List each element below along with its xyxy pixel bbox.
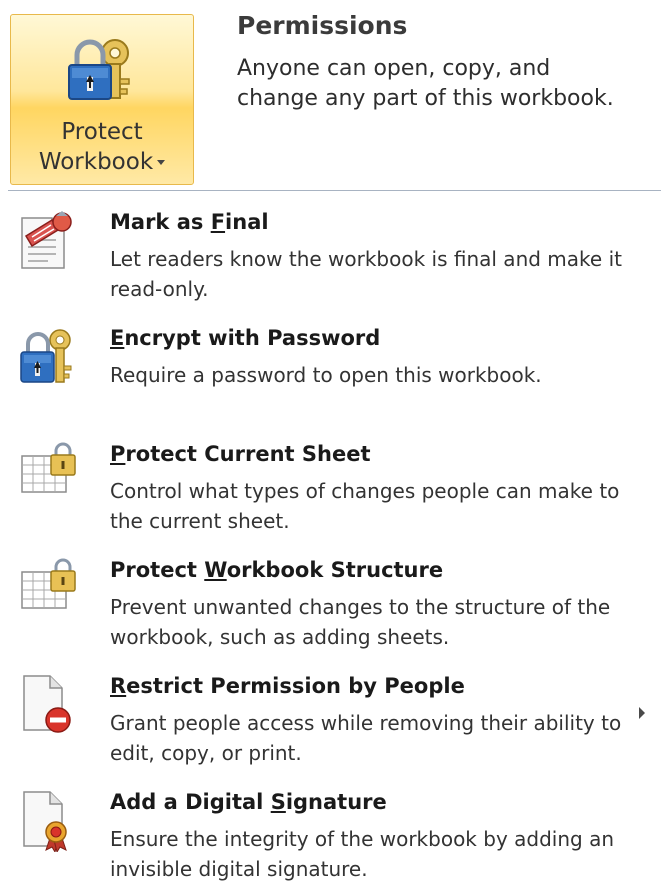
- lock-key-icon: [68, 39, 130, 100]
- title-text: orkbook Structure: [226, 558, 444, 582]
- title-text: Mark as: [110, 210, 211, 234]
- accelerator-key: F: [210, 210, 226, 234]
- menu-item-title: Mark as Final: [110, 210, 269, 234]
- permissions-description: Anyone can open, copy, and change any pa…: [237, 56, 614, 111]
- lock-key-icon: [20, 329, 72, 383]
- title-text: ignature: [285, 790, 387, 814]
- mark-final-icon: [21, 211, 72, 269]
- accelerator-key: W: [204, 558, 227, 582]
- menu-item-restrict-permission-by-people[interactable]: Restrict Permission by People Grant peop…: [8, 660, 653, 770]
- permissions-title: Permissions: [237, 11, 408, 40]
- menu-item-description: Let readers know the workbook is final a…: [110, 247, 622, 301]
- title-text: Protect: [110, 558, 205, 582]
- menu-item-description: Ensure the integrity of the workbook by …: [110, 827, 614, 881]
- menu-item-description: Grant people access while removing their…: [110, 711, 622, 765]
- accelerator-key: S: [270, 790, 286, 814]
- menu-item-encrypt-with-password[interactable]: Encrypt with Password Require a password…: [8, 312, 653, 422]
- title-text: inal: [225, 210, 269, 234]
- menu-item-mark-as-final[interactable]: Mark as Final Let readers know the workb…: [8, 196, 653, 306]
- menu-item-title: Protect Current Sheet: [110, 442, 371, 466]
- menu-item-protect-workbook-structure[interactable]: Protect Workbook Structure Prevent unwan…: [8, 544, 653, 654]
- menu-item-description: Control what types of changes people can…: [110, 479, 620, 533]
- protect-workbook-button[interactable]: Protect Workbook: [10, 14, 194, 185]
- title-text: ncrypt with Password: [124, 326, 381, 350]
- sheet-lock-icon: [21, 442, 76, 493]
- accelerator-key: R: [110, 674, 127, 698]
- restrict-permission-icon: [23, 675, 71, 733]
- menu-item-title: Restrict Permission by People: [110, 674, 465, 698]
- menu-divider: [8, 190, 661, 191]
- title-text: Add a Digital: [110, 790, 271, 814]
- menu-item-description: Prevent unwanted changes to the structur…: [110, 595, 611, 649]
- title-text: rotect Current Sheet: [125, 442, 371, 466]
- chevron-down-icon: [157, 160, 166, 165]
- protect-button-label-text: Workbook: [38, 149, 154, 175]
- menu-item-protect-current-sheet[interactable]: Protect Current Sheet Control what types…: [8, 428, 653, 538]
- menu-item-title: Add a Digital Signature: [110, 790, 387, 814]
- accelerator-key: E: [110, 326, 125, 350]
- title-text: estrict Permission by People: [126, 674, 465, 698]
- accelerator-key: P: [110, 442, 126, 466]
- menu-item-title: Encrypt with Password: [110, 326, 380, 350]
- digital-signature-icon: [23, 791, 67, 852]
- protect-workbook-header: Protect Workbook Permissions Anyone can …: [0, 0, 661, 190]
- protect-button-label-line1: Protect: [61, 119, 143, 145]
- menu-item-add-digital-signature[interactable]: Add a Digital Signature Ensure the integ…: [8, 776, 653, 886]
- sheet-lock-icon: [21, 558, 76, 609]
- menu-item-description: Require a password to open this workbook…: [110, 363, 542, 387]
- submenu-arrow-icon[interactable]: [639, 707, 645, 719]
- menu-item-title: Protect Workbook Structure: [110, 558, 443, 582]
- protect-button-label-line2: Workbook: [11, 149, 193, 175]
